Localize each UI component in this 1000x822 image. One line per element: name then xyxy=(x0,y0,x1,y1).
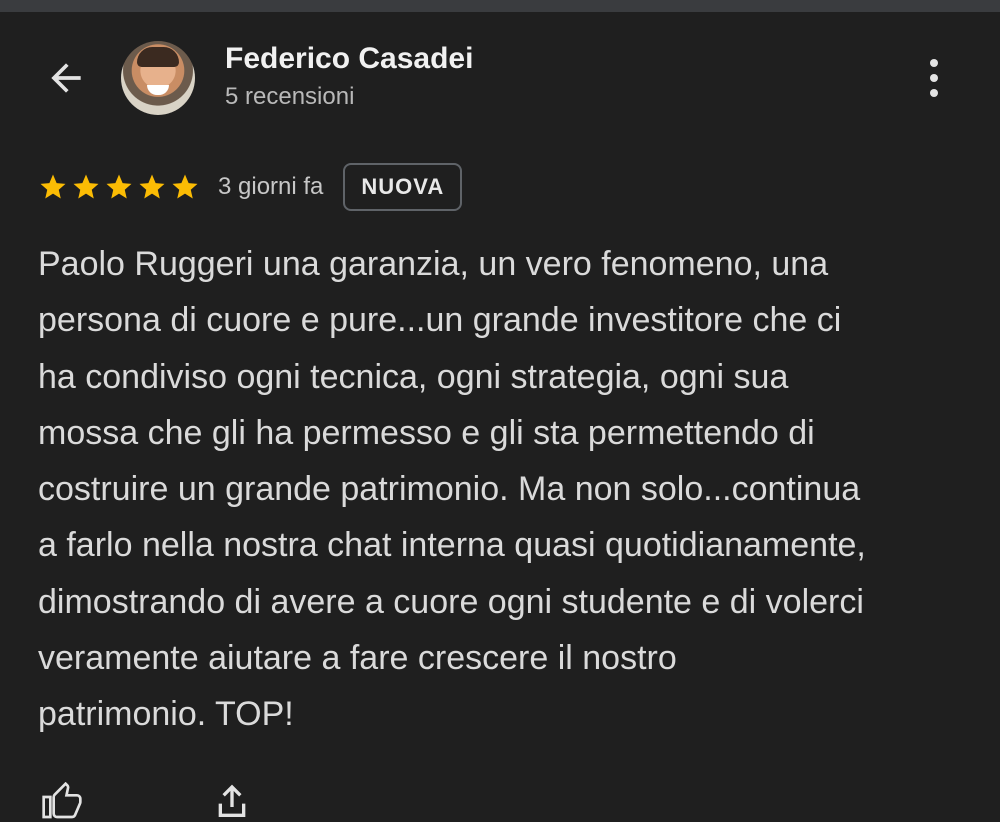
review-time: 3 giorni fa xyxy=(218,173,324,200)
new-badge: NUOVA xyxy=(343,163,463,211)
star-icon xyxy=(73,174,99,199)
star-rating xyxy=(38,172,200,202)
review-text: Paolo Ruggeri una garanzia, un vero feno… xyxy=(38,245,866,734)
arrow-back-icon xyxy=(51,63,81,93)
star-icon xyxy=(139,174,165,199)
star-icon xyxy=(172,174,198,199)
more-vertical-icon xyxy=(930,59,938,67)
review-actions xyxy=(38,782,256,822)
review-meta: 3 giorni fa NUOVA xyxy=(38,161,463,213)
thumbs-up-icon[interactable] xyxy=(38,782,86,822)
reviewer-review-count: 5 recensioni xyxy=(225,83,355,110)
reviewer-name[interactable]: Federico Casadei xyxy=(225,42,473,76)
avatar[interactable] xyxy=(121,41,195,115)
star-icon xyxy=(40,174,66,199)
share-icon[interactable] xyxy=(208,782,256,822)
status-bar xyxy=(0,0,1000,12)
back-button[interactable] xyxy=(40,52,92,104)
more-options-button[interactable] xyxy=(910,52,958,104)
star-icon xyxy=(106,174,132,199)
